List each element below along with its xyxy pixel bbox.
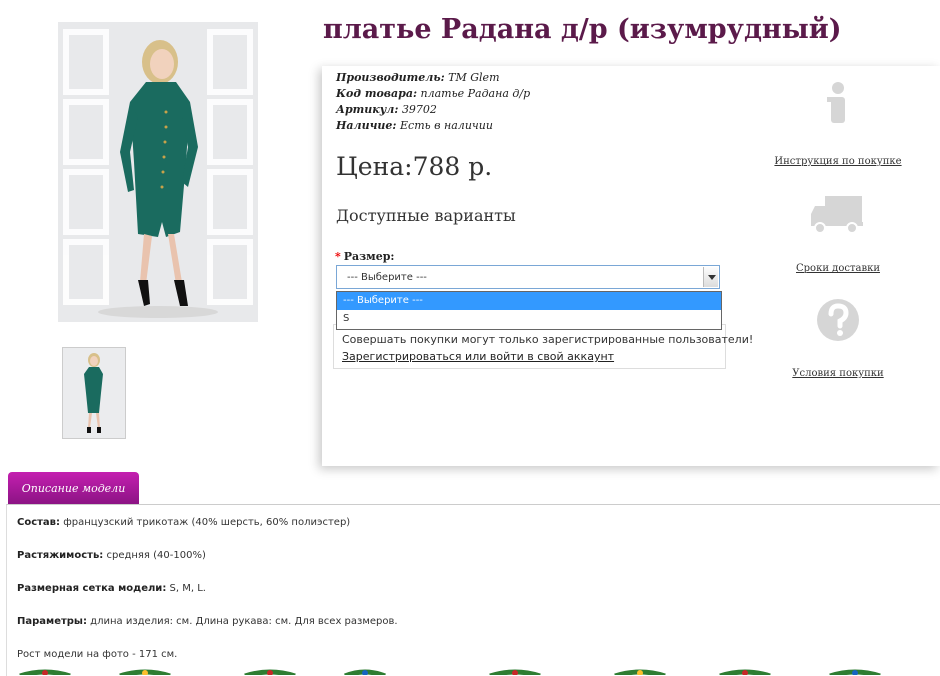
login-notice: Совершать покупки могут только зарегистр… [333,324,753,369]
sidebar-item-label: Инструкция по покупке [774,156,902,167]
composition-line: Состав: французский трикотаж (40% шерсть… [17,517,350,528]
size-option-placeholder[interactable]: --- Выберите --- [337,292,721,310]
params-label: Параметры: [17,616,87,627]
product-code-label: Код товара: [336,87,418,100]
sidebar-item-delivery[interactable]: Сроки доставки [763,192,913,282]
required-marker: * [335,250,341,263]
stretch-line: Растяжимость: средняя (40-100%) [17,550,206,561]
manufacturer-label: Производитель: [336,71,445,84]
christmas-garland [0,663,940,675]
login-notice-text: Совершать покупки могут только зарегистр… [342,333,754,346]
size-select[interactable]: --- Выберите --- [336,265,720,289]
sidebar-item-terms[interactable]: Условия покупки [763,296,913,386]
description-panel: Состав: французский трикотаж (40% шерсть… [6,504,940,676]
size-option-s[interactable]: S [337,310,721,328]
sidebar-item-label: Сроки доставки [796,263,880,274]
chevron-down-icon[interactable] [703,267,718,287]
composition-value: французский трикотаж (40% шерсть, 60% по… [63,517,351,528]
truck-icon [811,196,863,234]
product-price: Цена:788 р. [336,152,493,181]
dress-thumbnail-photo [63,348,125,438]
sidebar-item-instructions[interactable]: Инструкция по покупке [763,80,913,170]
availability-value: Есть в наличии [400,119,493,132]
product-code-value: платье Радана д/р [420,87,531,100]
manufacturer-value: TM Glem [448,71,500,84]
availability-label: Наличие: [336,119,397,132]
size-dropdown-list[interactable]: --- Выберите --- S [336,291,722,330]
model-height-line: Рост модели на фото - 171 см. [17,649,178,660]
register-login-link[interactable]: Зарегистрироваться или войти в свой акка… [342,350,614,363]
sizes-label: Размерная сетка модели: [17,583,167,594]
size-select-value: --- Выберите --- [347,272,427,283]
stretch-value: средняя (40-100%) [106,550,206,561]
article-label: Артикул: [336,103,399,116]
size-label: * Размер: [335,250,395,263]
product-meta: Производитель: TM Glem Код товара: плать… [336,70,530,134]
page-title: платье Радана д/р (изумрудный) [323,14,842,45]
params-value: длина изделия: см. Длина рукава: см. Для… [90,616,398,627]
question-icon [817,299,859,341]
sizes-value: S, M, L. [169,583,206,594]
variants-heading: Доступные варианты [336,206,516,225]
params-line: Параметры: длина изделия: см. Длина рука… [17,616,398,627]
article-value: 39702 [401,103,437,116]
size-label-text: Размер: [343,250,395,263]
stretch-label: Растяжимость: [17,550,104,561]
tab-description[interactable]: Описание модели [8,472,139,505]
composition-label: Состав: [17,517,61,528]
sizes-line: Размерная сетка модели: S, M, L. [17,583,206,594]
garland-decoration-icon [19,669,881,675]
product-thumbnail[interactable] [62,347,126,439]
dress-photo [58,22,258,322]
info-icon [827,82,845,123]
product-info-panel: Производитель: TM Glem Код товара: плать… [322,66,940,466]
product-main-image[interactable] [58,22,258,322]
sidebar-item-label: Условия покупки [792,368,884,379]
